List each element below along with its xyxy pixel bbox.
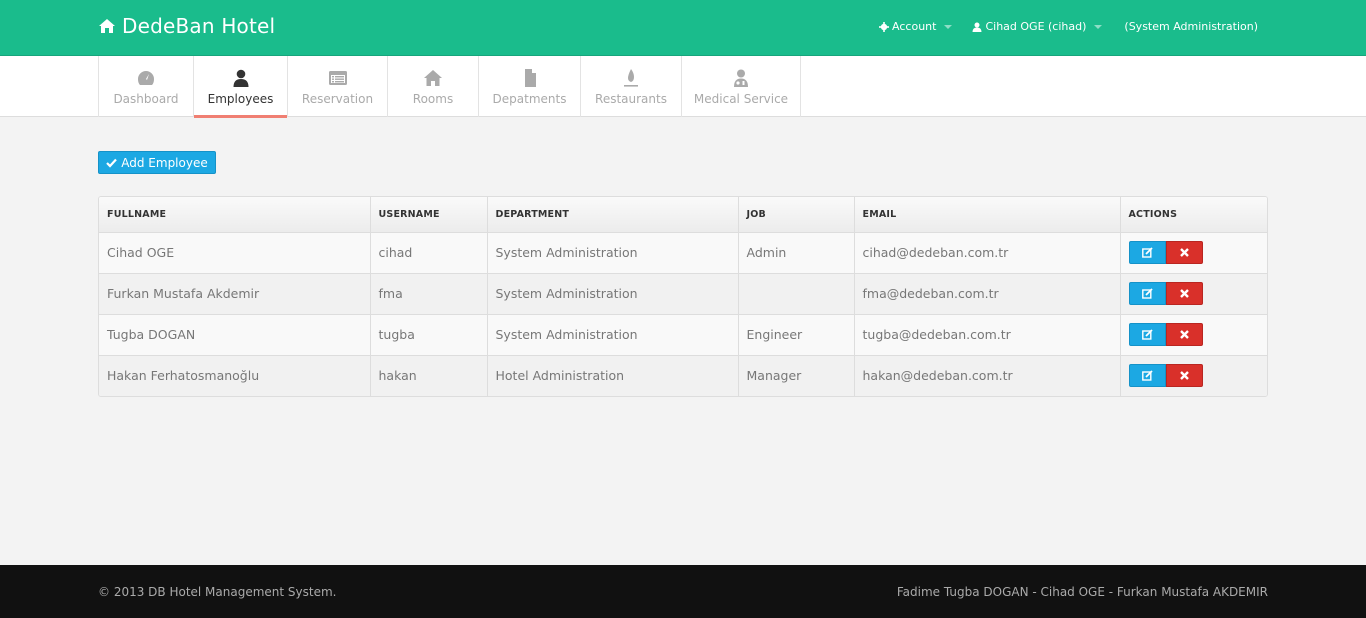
delete-button[interactable] [1165, 323, 1203, 346]
table-row: Tugba DOGAN tugba System Administration … [99, 314, 1267, 356]
top-nav: Account Cihad OGE (cihad) (System Admini… [859, 20, 1258, 33]
cell-email: tugba@dedeban.com.tr [854, 314, 1121, 356]
cell-username: cihad [370, 232, 488, 274]
tab-label: Medical Service [693, 92, 789, 106]
close-icon [1179, 371, 1189, 381]
add-employee-button[interactable]: Add Employee [98, 151, 216, 174]
delete-button[interactable] [1165, 241, 1203, 264]
role-label: (System Administration) [1124, 20, 1258, 33]
cell-fullname: Furkan Mustafa Akdemir [99, 273, 371, 315]
doctor-icon [731, 68, 751, 88]
edit-icon [1141, 247, 1153, 258]
tab-dashboard[interactable]: Dashboard [98, 56, 193, 117]
cell-job: Engineer [738, 314, 855, 356]
file-icon [520, 68, 540, 88]
delete-button[interactable] [1165, 364, 1203, 388]
cell-fullname: Tugba DOGAN [99, 314, 371, 356]
close-icon [1179, 289, 1189, 298]
cell-email: fma@dedeban.com.tr [854, 273, 1121, 315]
user-icon [972, 22, 982, 32]
close-icon [1179, 330, 1189, 339]
gear-icon [879, 21, 890, 32]
tab-label: Depatments [492, 92, 567, 106]
cell-actions [1120, 273, 1267, 315]
cell-job: Manager [738, 355, 855, 396]
cell-fullname: Cihad OGE [99, 232, 371, 274]
edit-icon [1141, 370, 1153, 381]
caret-down-icon [944, 24, 953, 29]
column-header-job: JOB [738, 197, 855, 233]
tab-label: Reservation [301, 92, 374, 106]
cell-fullname: Hakan Ferhatosmanoğlu [99, 355, 371, 396]
footer-copyright: © 2013 DB Hotel Management System. [98, 585, 337, 599]
cell-email: hakan@dedeban.com.tr [854, 355, 1121, 396]
cell-job: Admin [738, 232, 855, 274]
table-row: Cihad OGE cihad System Administration Ad… [99, 232, 1267, 274]
tab-employees[interactable]: Employees [193, 56, 287, 118]
brand-link[interactable]: DedeBan Hotel [98, 14, 275, 38]
edit-button[interactable] [1128, 241, 1166, 264]
tab-medical-service[interactable]: Medical Service [681, 56, 801, 117]
cell-email: cihad@dedeban.com.tr [854, 232, 1121, 274]
cell-department: System Administration [487, 314, 739, 356]
cell-job [738, 273, 855, 315]
column-header-username: USERNAME [370, 197, 488, 233]
brand-title: DedeBan Hotel [122, 14, 276, 38]
tab-label: Employees [207, 92, 274, 106]
cell-username: hakan [370, 355, 488, 396]
home-icon [99, 19, 115, 33]
edit-icon [1141, 288, 1153, 299]
module-tabbar: Dashboard Employees Reservation Rooms De… [0, 56, 1366, 118]
tab-label: Dashboard [113, 92, 179, 106]
cell-department: System Administration [487, 232, 739, 274]
account-label: Account [892, 20, 937, 33]
table-row: Hakan Ferhatosmanoğlu hakan Hotel Admini… [99, 355, 1267, 396]
top-navbar: DedeBan Hotel Account Cihad OGE (cihad) … [0, 0, 1366, 56]
table-row: Furkan Mustafa Akdemir fma System Admini… [99, 273, 1267, 315]
tab-reservation[interactable]: Reservation [287, 56, 387, 117]
edit-button[interactable] [1128, 323, 1166, 346]
column-header-email: EMAIL [854, 197, 1121, 233]
fire-icon [621, 68, 641, 88]
user-label: Cihad OGE (cihad) [985, 20, 1087, 33]
module-tabs: Dashboard Employees Reservation Rooms De… [98, 56, 801, 118]
tab-restaurants[interactable]: Restaurants [580, 56, 681, 117]
cell-department: System Administration [487, 273, 739, 315]
edit-button[interactable] [1128, 282, 1166, 305]
tab-label: Restaurants [595, 92, 667, 106]
column-header-actions: ACTIONS [1120, 197, 1267, 233]
table-header-row: FULLNAME USERNAME DEPARTMENT JOB EMAIL A… [99, 197, 1267, 233]
footer: © 2013 DB Hotel Management System. Fadim… [0, 565, 1366, 618]
cell-actions [1120, 232, 1267, 274]
column-header-fullname: FULLNAME [99, 197, 371, 233]
check-icon [106, 158, 118, 168]
home-icon [423, 68, 443, 88]
column-header-department: DEPARTMENT [487, 197, 739, 233]
edit-icon [1141, 329, 1153, 340]
user-dropdown[interactable]: Cihad OGE (cihad) [972, 20, 1103, 33]
account-dropdown[interactable]: Account [879, 20, 953, 33]
list-alt-icon [328, 68, 348, 88]
delete-button[interactable] [1165, 282, 1203, 305]
employees-table: FULLNAME USERNAME DEPARTMENT JOB EMAIL A… [98, 196, 1268, 397]
add-employee-label: Add Employee [121, 155, 208, 170]
close-icon [1179, 248, 1189, 257]
tab-departments[interactable]: Depatments [478, 56, 580, 117]
cell-username: tugba [370, 314, 488, 356]
cell-actions [1120, 314, 1267, 356]
tab-label: Rooms [412, 92, 454, 106]
role-text: (System Administration) [1124, 20, 1258, 33]
cell-actions [1120, 355, 1267, 396]
caret-down-icon [1094, 24, 1103, 29]
dashboard-icon [136, 68, 156, 88]
user-icon [231, 68, 251, 88]
edit-button[interactable] [1128, 364, 1166, 388]
tab-rooms[interactable]: Rooms [387, 56, 478, 117]
cell-username: fma [370, 273, 488, 315]
cell-department: Hotel Administration [487, 355, 739, 396]
footer-authors: Fadime Tugba DOGAN - Cihad OGE - Furkan … [896, 585, 1268, 599]
